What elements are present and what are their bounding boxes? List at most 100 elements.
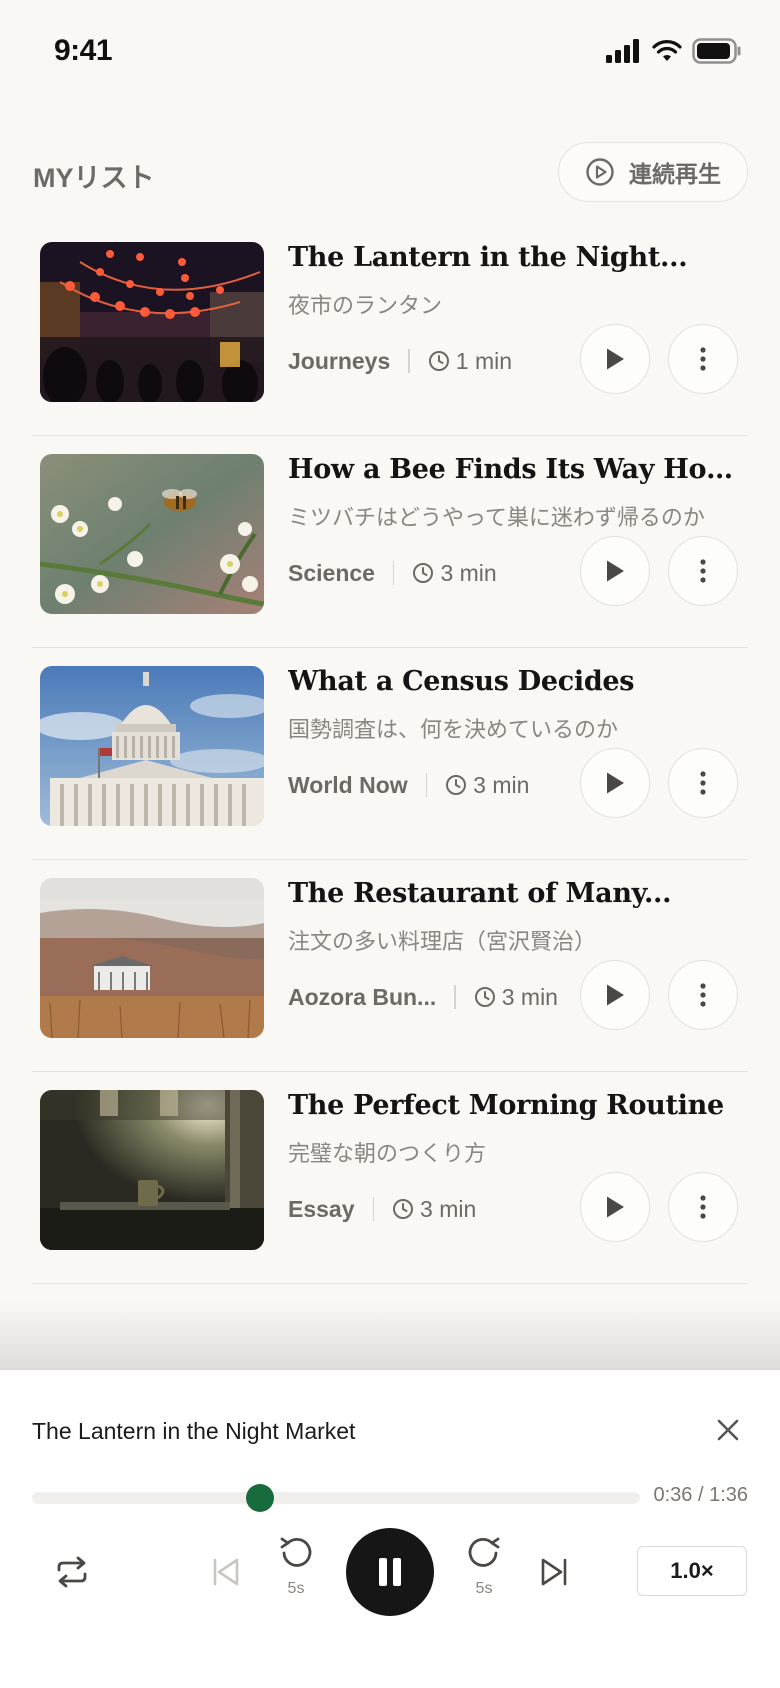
progress-handle[interactable] (246, 1484, 274, 1512)
track-title: The Lantern in the Night... (288, 242, 688, 273)
status-icons (606, 38, 742, 64)
more-vertical-icon (700, 983, 706, 1007)
divider (408, 349, 410, 373)
duration-label: 3 min (501, 983, 558, 1010)
close-icon (717, 1419, 739, 1441)
clock-icon (413, 563, 434, 583)
track-title: How a Bee Finds Its Way Home (288, 454, 744, 485)
track-meta: Science 3 min (288, 558, 497, 588)
close-player-button[interactable] (712, 1414, 744, 1446)
list-item[interactable]: How a Bee Finds Its Way Home ミツバチはどうやって巣… (32, 436, 748, 648)
clock-icon (474, 987, 495, 1007)
more-vertical-icon (700, 771, 706, 795)
clock-icon (393, 1199, 414, 1219)
pause-button[interactable] (346, 1528, 434, 1616)
play-button[interactable] (580, 1172, 650, 1242)
track-category: World Now (288, 771, 408, 798)
previous-track-button[interactable] (204, 1550, 248, 1594)
more-vertical-icon (700, 1195, 706, 1219)
forward-5s-button[interactable] (464, 1532, 504, 1572)
track-title: The Restaurant of Many... (288, 878, 672, 909)
more-options-button[interactable] (668, 748, 738, 818)
more-options-button[interactable] (668, 536, 738, 606)
progress-fill (32, 1492, 260, 1504)
battery-icon (692, 38, 741, 64)
clock-icon (446, 775, 467, 795)
track-title: What a Census Decides (288, 666, 635, 697)
divider (372, 1197, 375, 1221)
skip-previous-icon (213, 1558, 239, 1586)
clock-icon (428, 351, 449, 371)
duration-label: 1 min (455, 347, 513, 374)
divider (425, 773, 428, 797)
playback-speed-button[interactable]: 1.0× (637, 1546, 747, 1596)
play-icon (607, 348, 624, 370)
skip-next-icon (541, 1558, 567, 1586)
track-subtitle: 国勢調査は、何を決めているのか (288, 717, 619, 742)
track-subtitle: 完璧な朝のつくり方 (288, 1141, 487, 1166)
divider (392, 561, 395, 585)
forward-icon (468, 1537, 500, 1567)
track-thumbnail (40, 878, 264, 1038)
track-duration: 3 min (412, 559, 497, 587)
play-circle-icon (586, 158, 614, 186)
track-thumbnail (40, 1090, 264, 1250)
pause-icon (379, 1558, 401, 1586)
playback-time: 0:36 / 1:36 (653, 1484, 748, 1506)
list-item[interactable]: What a Census Decides 国勢調査は、何を決めているのか Wo… (32, 648, 748, 860)
track-category: Essay (288, 1195, 355, 1222)
rewind-5s-button[interactable] (276, 1532, 316, 1572)
track-meta: Essay 3 min (288, 1194, 476, 1224)
track-thumbnail (40, 666, 264, 826)
duration-label: 3 min (473, 771, 530, 798)
more-options-button[interactable] (668, 324, 738, 394)
list-title: MYリスト (33, 163, 155, 193)
more-options-button[interactable] (668, 1172, 738, 1242)
duration-label: 3 min (420, 1195, 477, 1222)
track-duration: 3 min (445, 772, 529, 799)
play-icon (607, 560, 624, 582)
play-button[interactable] (580, 748, 650, 818)
player-shadow (0, 1300, 780, 1370)
progress-slider[interactable] (32, 1484, 640, 1512)
play-button[interactable] (580, 960, 650, 1030)
now-playing-title: The Lantern in the Night Market (32, 1418, 356, 1444)
status-time: 9:41 (54, 34, 113, 67)
duration-label: 3 min (440, 559, 497, 586)
more-options-button[interactable] (668, 960, 738, 1030)
track-category: Aozora Bun... (288, 983, 437, 1010)
next-track-button[interactable] (532, 1550, 576, 1594)
play-icon (607, 984, 624, 1006)
track-thumbnail (40, 242, 264, 402)
track-duration: 1 min (428, 348, 512, 375)
list-item[interactable]: The Perfect Morning Routine 完璧な朝のつくり方 Es… (32, 1072, 748, 1284)
forward-label: 5s (475, 1580, 493, 1597)
track-category: Journeys (288, 347, 391, 374)
track-thumbnail (40, 454, 264, 614)
play-button[interactable] (580, 536, 650, 606)
continuous-play-button[interactable]: 連続再生 (558, 142, 748, 202)
repeat-button[interactable] (50, 1550, 94, 1594)
track-meta: Journeys 1 min (288, 346, 512, 376)
rewind-label: 5s (287, 1580, 305, 1597)
track-subtitle: 夜市のランタン (288, 293, 443, 318)
list-item[interactable]: The Lantern in the Night... 夜市のランタン Jour… (32, 224, 748, 436)
track-title: The Perfect Morning Routine (288, 1090, 724, 1121)
play-icon (607, 1196, 624, 1218)
rewind-icon (280, 1537, 312, 1567)
track-meta: World Now 3 min (288, 770, 529, 800)
list-item[interactable]: The Restaurant of Many... 注文の多い料理店（宮沢賢治）… (32, 860, 748, 1072)
wifi-icon (652, 40, 682, 61)
track-category: Science (288, 559, 375, 586)
more-vertical-icon (700, 559, 706, 583)
track-subtitle: ミツバチはどうやって巣に迷わず帰るのか (288, 505, 705, 530)
play-button[interactable] (580, 324, 650, 394)
divider (454, 985, 456, 1009)
track-duration: 3 min (392, 1196, 476, 1223)
track-meta: Aozora Bun... 3 min (288, 982, 558, 1012)
track-subtitle: 注文の多い料理店（宮沢賢治） (288, 929, 597, 954)
repeat-icon (57, 1556, 87, 1588)
continuous-play-label: 連続再生 (629, 161, 721, 187)
play-icon (607, 772, 624, 794)
more-vertical-icon (700, 347, 706, 371)
